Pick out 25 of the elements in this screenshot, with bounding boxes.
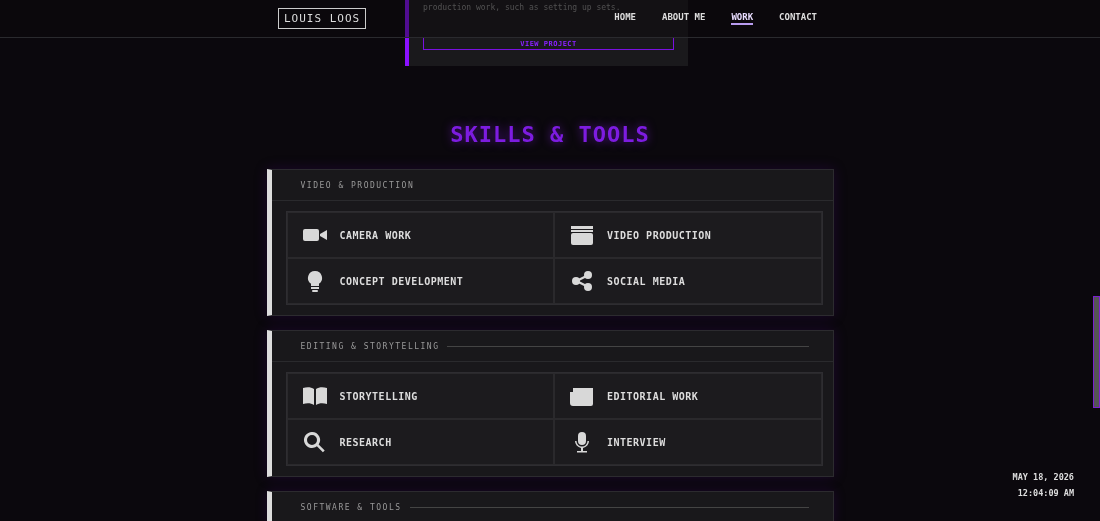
time-text: 12:04:09 AM	[1016, 487, 1074, 500]
group-title: SOFTWARE & TOOLS	[300, 502, 402, 512]
skill-label: VIDEO PRODUCTION	[607, 229, 712, 241]
skill-label: RESEARCH	[339, 436, 392, 448]
book-icon	[301, 385, 328, 407]
section-heading: SKILLS & TOOLS	[450, 122, 650, 147]
skill-label: EDITORIAL WORK	[607, 390, 699, 402]
group-title: VIDEO & PRODUCTION	[300, 180, 415, 190]
newspaper-icon	[569, 385, 595, 407]
date-text: MAY 18, 2026	[1012, 471, 1074, 484]
nav-link[interactable]: HOME	[614, 12, 636, 25]
clapperboard-icon	[569, 224, 595, 246]
logo[interactable]: LOUIS LOOS	[278, 8, 367, 29]
skill-label: CONCEPT DEVELOPMENT	[339, 275, 464, 287]
nav-link[interactable]: WORK	[731, 12, 754, 25]
skill-label: INTERVIEW	[607, 436, 666, 448]
scrollbar-thumb[interactable]	[1093, 296, 1100, 408]
nav-link[interactable]: CONTACT	[779, 12, 817, 25]
skill-label: SOCIAL MEDIA	[607, 275, 686, 287]
nav-link[interactable]: ABOUT ME	[662, 12, 706, 25]
skill-label: STORYTELLING	[339, 390, 418, 402]
group-title: EDITING & STORYTELLING	[300, 341, 440, 351]
search-icon	[301, 431, 328, 453]
share-icon	[569, 270, 595, 292]
skill-label: CAMERA WORK	[339, 229, 412, 241]
